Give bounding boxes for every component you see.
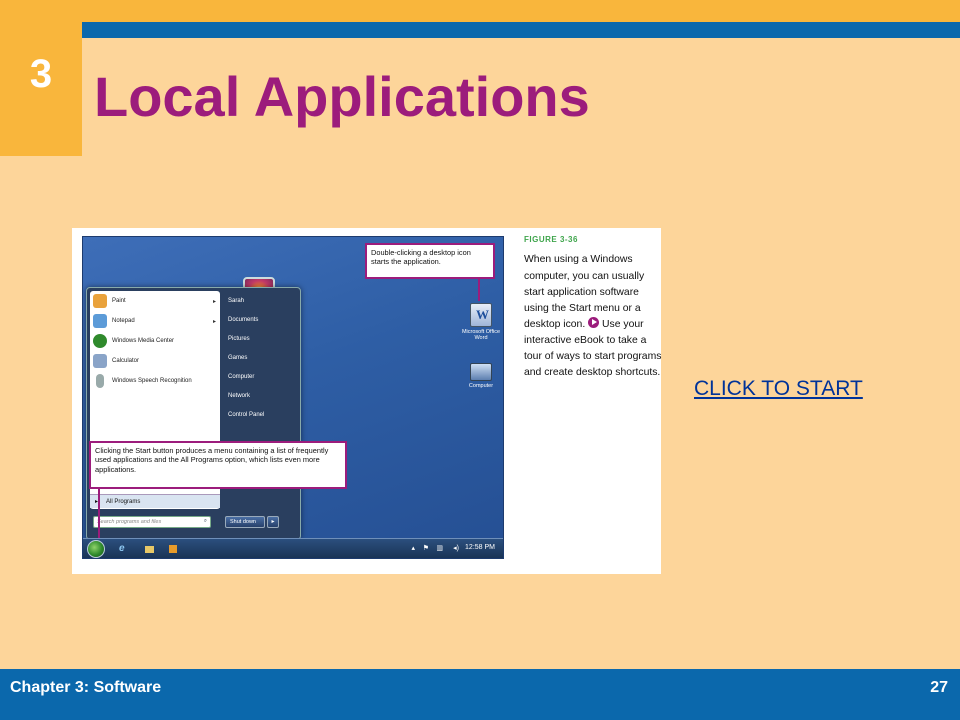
start-item-control-panel[interactable]: Control Panel <box>223 405 299 424</box>
internet-explorer-icon[interactable]: e <box>119 543 125 554</box>
chapter-number-box: 3 <box>0 0 82 156</box>
speaker-icon[interactable]: ◂) <box>453 544 459 552</box>
chapter-number: 3 <box>29 52 53 96</box>
program-speech-recognition-label: Windows Speech Recognition <box>112 378 192 384</box>
word-icon: W <box>470 303 492 327</box>
play-icon <box>588 316 600 328</box>
start-menu: Paint ▸ Notepad ▸ Windows Media Center C… <box>86 287 301 540</box>
desktop-icon-computer[interactable]: Computer <box>461 363 501 389</box>
shutdown-button[interactable]: Shut down <box>225 516 265 528</box>
click-to-start-link[interactable]: CLICK TO START <box>694 377 863 401</box>
figure-3-36: Double-clicking a desktop icon starts th… <box>72 228 661 574</box>
all-programs-label: All Programs <box>106 498 141 505</box>
program-notepad[interactable]: Notepad ▸ <box>90 311 220 331</box>
start-search-placeholder: Search programs and files <box>97 519 162 525</box>
windows-desktop-screenshot: Double-clicking a desktop icon starts th… <box>82 236 504 559</box>
program-media-center-label: Windows Media Center <box>112 338 175 344</box>
start-item-games[interactable]: Games <box>223 348 299 367</box>
folder-icon[interactable] <box>145 546 154 553</box>
media-player-icon[interactable] <box>169 545 177 553</box>
microphone-icon <box>96 374 104 388</box>
search-icon: ⌕ <box>203 518 207 524</box>
notepad-icon <box>93 314 107 328</box>
footer-bar: Chapter 3: Software 27 <box>0 669 960 720</box>
program-speech-recognition[interactable]: Windows Speech Recognition <box>90 371 220 391</box>
start-item-documents[interactable]: Documents <box>223 310 299 329</box>
callout-pointer-bottom <box>98 489 100 539</box>
callout-start-button: Clicking the Start button produces a men… <box>89 441 347 489</box>
network-icon[interactable]: ▥ <box>436 544 443 552</box>
callout-desktop-icon-text: Double-clicking a desktop icon starts th… <box>371 248 471 267</box>
figure-label: FIGURE 3-36 <box>524 235 578 244</box>
program-paint-label: Paint <box>112 298 126 304</box>
callout-pointer-top <box>478 279 480 301</box>
start-item-user[interactable]: Sarah <box>223 291 299 310</box>
program-paint[interactable]: Paint ▸ <box>90 291 220 311</box>
all-programs-item[interactable]: ▸ All Programs <box>90 494 220 508</box>
program-media-center[interactable]: Windows Media Center <box>90 331 220 351</box>
shutdown-options-button[interactable]: ▸ <box>267 516 279 528</box>
desktop-icon-word[interactable]: W Microsoft Office Word <box>461 303 501 341</box>
chevron-up-icon[interactable]: ▴ <box>411 544 415 552</box>
callout-desktop-icon: Double-clicking a desktop icon starts th… <box>365 243 495 279</box>
taskbar-clock[interactable]: 12:58 PM <box>465 544 495 551</box>
top-accent-bar <box>0 0 960 22</box>
chevron-right-icon: ▸ <box>271 519 275 525</box>
program-notepad-label: Notepad <box>112 318 135 324</box>
start-search-input[interactable]: Search programs and files ⌕ <box>93 516 211 528</box>
flag-icon[interactable]: ⚑ <box>423 544 429 552</box>
program-calculator[interactable]: Calculator <box>90 351 220 371</box>
calculator-icon <box>93 354 107 368</box>
computer-icon <box>470 363 492 381</box>
paint-icon <box>93 294 107 308</box>
start-button[interactable] <box>87 540 105 558</box>
start-item-network[interactable]: Network <box>223 386 299 405</box>
top-blue-strip <box>82 22 960 38</box>
callout-start-button-text: Clicking the Start button produces a men… <box>95 446 329 474</box>
page-number: 27 <box>930 679 948 696</box>
desktop-icon-word-label: Microsoft Office Word <box>461 329 501 341</box>
desktop-icon-computer-label: Computer <box>468 383 494 389</box>
taskbar: e 12:58 PM ◂) ▥ ⚑ ▴ <box>83 538 503 558</box>
media-center-icon <box>93 334 107 348</box>
start-item-computer[interactable]: Computer <box>223 367 299 386</box>
figure-caption: FIGURE 3-36 When using a Windows compute… <box>524 234 664 381</box>
program-calculator-label: Calculator <box>112 358 140 364</box>
chevron-right-icon: ▸ <box>212 298 216 305</box>
chevron-right-icon: ▸ <box>212 318 216 325</box>
slide-title: Local Applications <box>94 65 590 128</box>
footer-chapter: Chapter 3: Software <box>10 679 162 696</box>
start-item-pictures[interactable]: Pictures <box>223 329 299 348</box>
